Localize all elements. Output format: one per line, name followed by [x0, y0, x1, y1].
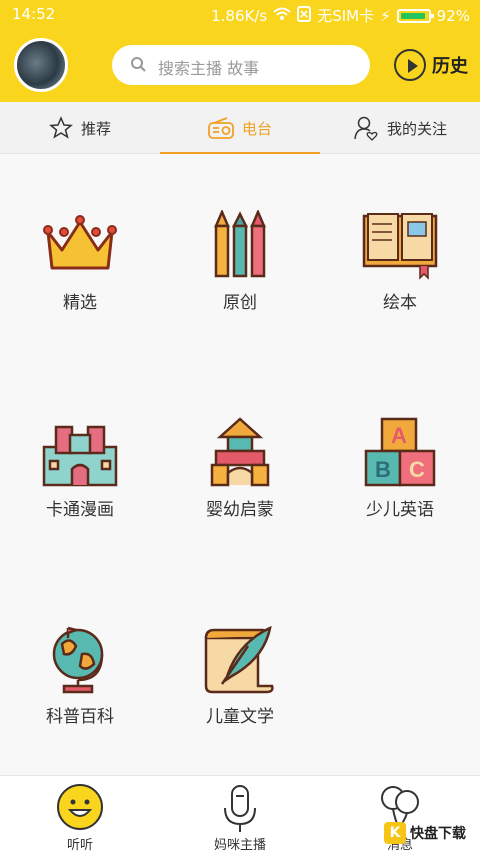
battery-icon: [396, 8, 434, 23]
picture-book-icon: [362, 213, 438, 280]
microphone-icon: [224, 785, 256, 832]
history-button[interactable]: 历史: [394, 47, 468, 83]
globe-icon: [52, 626, 104, 694]
bottom-nav: 听听 妈咪主播 消息 K 快盘下载: [0, 775, 480, 855]
category-original[interactable]: 原创: [160, 154, 320, 361]
nav-mom-host[interactable]: 妈咪主播: [160, 776, 320, 855]
search-icon: [131, 57, 146, 72]
nav-label: 妈咪主播: [213, 838, 266, 853]
nav-label: 听听: [66, 838, 93, 853]
watermark-text: 快盘下载: [410, 826, 466, 842]
category-featured[interactable]: 精选: [0, 154, 160, 361]
category-picture-book[interactable]: 绘本: [320, 154, 480, 361]
avatar[interactable]: [14, 38, 68, 92]
charging-icon: ⚡: [380, 6, 391, 25]
search-bar[interactable]: 搜索主播 故事: [112, 45, 370, 85]
tab-label: 推荐: [80, 119, 111, 138]
category-label: 精选: [63, 293, 97, 313]
category-label: 绘本: [383, 293, 417, 313]
sim-icon: [297, 5, 312, 26]
battery-percent: 92%: [436, 6, 470, 25]
tab-label: 电台: [241, 119, 272, 138]
tab-label: 我的关注: [386, 119, 447, 138]
radio-icon: [208, 117, 234, 139]
smile-face-icon: [57, 784, 103, 830]
category-label: 儿童文学: [206, 707, 274, 727]
category-label: 卡通漫画: [46, 500, 114, 520]
category-early-learning[interactable]: 婴幼启蒙: [160, 361, 320, 568]
history-label: 历史: [432, 56, 468, 77]
tab-following[interactable]: 我的关注: [320, 102, 480, 154]
nav-listen[interactable]: 听听: [0, 776, 160, 855]
category-label: 少儿英语: [366, 500, 434, 520]
svg-text:C: C: [409, 457, 425, 482]
user-heart-icon: [354, 116, 378, 141]
top-header: 14:52 1.86K/s 无SIM卡 ⚡ 92% 搜索主播 故事 历史: [0, 0, 480, 102]
status-right: 1.86K/s 无SIM卡 ⚡ 92%: [211, 5, 470, 26]
search-placeholder: 搜索主播 故事: [158, 59, 260, 78]
play-circle-icon: [394, 49, 426, 81]
quill-scroll-icon: [204, 625, 274, 694]
star-icon: [49, 116, 73, 139]
tab-recommend[interactable]: 推荐: [0, 102, 160, 154]
building-blocks-icon: [210, 417, 270, 487]
abc-blocks-icon: A B C: [364, 417, 436, 487]
svg-text:A: A: [391, 423, 407, 448]
status-bar: 14:52 1.86K/s 无SIM卡 ⚡ 92%: [0, 0, 480, 28]
castle-icon: [42, 425, 118, 487]
watermark-logo-icon: K: [384, 822, 406, 844]
status-time: 14:52: [12, 5, 56, 23]
category-label: 婴幼启蒙: [206, 500, 274, 520]
watermark: K 快盘下载: [384, 815, 476, 851]
tab-radio[interactable]: 电台: [160, 102, 320, 154]
crayons-icon: [214, 210, 266, 278]
tab-bar: 推荐 电台 我的关注: [0, 102, 480, 154]
sim-status: 无SIM卡: [317, 7, 375, 25]
wifi-icon: [273, 7, 291, 25]
category-literature[interactable]: 儿童文学: [160, 568, 320, 775]
network-speed: 1.86K/s: [211, 6, 268, 25]
svg-text:B: B: [375, 457, 391, 482]
category-english[interactable]: A B C 少儿英语: [320, 361, 480, 568]
category-science[interactable]: 科普百科: [0, 568, 160, 775]
crown-icon: [43, 215, 117, 270]
category-label: 原创: [223, 293, 257, 313]
category-label: 科普百科: [46, 707, 114, 727]
category-cartoon[interactable]: 卡通漫画: [0, 361, 160, 568]
